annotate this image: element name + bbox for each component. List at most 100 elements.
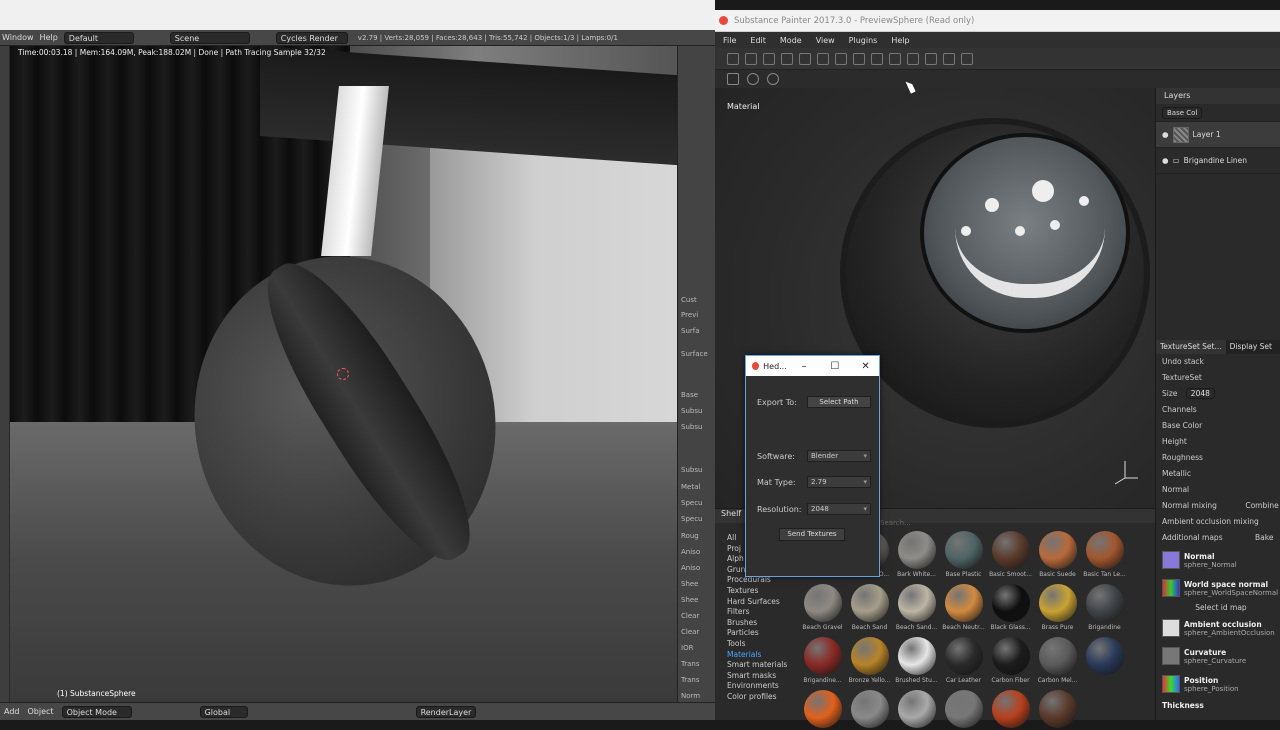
gear-icon[interactable]	[747, 73, 759, 85]
size-selector[interactable]: 2048	[1185, 388, 1215, 399]
paint-brush-icon[interactable]	[745, 52, 757, 65]
bake-button[interactable]: Bake	[1255, 533, 1273, 542]
layer-item[interactable]: ● Layer 1	[1156, 122, 1280, 148]
eraser-icon[interactable]	[763, 52, 775, 65]
mat-type-select[interactable]: 2.79	[807, 476, 871, 488]
shelf-category[interactable]: Particles	[727, 628, 797, 639]
material-item[interactable]: Brushed Stu...	[894, 637, 939, 684]
clone-icon[interactable]	[835, 52, 847, 65]
shelf-category[interactable]: Brushes	[727, 618, 797, 629]
material-item[interactable]: Beach Gravel	[800, 584, 845, 631]
undo-stack-label[interactable]: Undo stack	[1156, 354, 1280, 370]
mode-selector[interactable]: Object Mode	[61, 705, 132, 718]
material-item[interactable]: Base Plastic	[941, 531, 986, 578]
material-item[interactable]: Brigandine...	[800, 637, 845, 684]
menu-mode[interactable]: Mode	[780, 36, 802, 45]
visibility-eye-icon[interactable]: ●	[1162, 130, 1169, 139]
shelf-category[interactable]: Environments	[727, 681, 797, 692]
material-item[interactable]: Beach Sand	[847, 584, 892, 631]
shelf-category[interactable]: Textures	[727, 586, 797, 597]
orientation-selector[interactable]: Global	[199, 705, 248, 718]
material-item[interactable]: Basic Tan Le...	[1082, 531, 1127, 578]
channel-item[interactable]: Base Color	[1156, 418, 1280, 434]
render-icon[interactable]	[907, 52, 919, 65]
ao-mixing-label[interactable]: Ambient occlusion mixing	[1156, 514, 1280, 530]
shelf-category[interactable]: Color profiles	[727, 692, 797, 703]
channel-item[interactable]: Metallic	[1156, 466, 1280, 482]
symmetry-icon[interactable]	[871, 52, 883, 65]
channel-item[interactable]: Normal	[1156, 482, 1280, 498]
menu-view[interactable]: View	[816, 36, 835, 45]
settings-icon[interactable]	[727, 52, 739, 65]
material-item[interactable]: Carbon Fiber	[988, 637, 1033, 684]
blend-mode-selector[interactable]: Base Col	[1162, 106, 1203, 119]
normal-mixing-value[interactable]: Combine	[1245, 501, 1278, 510]
map-slot[interactable]: Normal sphere_Normal	[1156, 546, 1280, 574]
material-item[interactable]: Car Leather	[941, 637, 986, 684]
shelf-search-input[interactable]: Search...	[880, 519, 911, 527]
material-item[interactable]: Basic Smoot...	[988, 531, 1033, 578]
material-item[interactable]: Brigandine	[1082, 584, 1127, 631]
view-icon[interactable]	[961, 52, 973, 65]
material-item[interactable]: Basic Suede	[1035, 531, 1080, 578]
material-item[interactable]	[847, 690, 892, 730]
3d-cursor-icon[interactable]	[337, 368, 349, 380]
layer-item[interactable]: ● ▭ Brigandine Linen	[1156, 148, 1280, 174]
material-item[interactable]: Carbon Mel...	[1035, 637, 1080, 684]
plugin-icon[interactable]	[767, 73, 779, 85]
material-item[interactable]	[1035, 690, 1080, 730]
visibility-eye-icon[interactable]: ●	[1162, 156, 1169, 165]
render-layer-selector[interactable]: RenderLayer	[415, 705, 476, 718]
3d-viewport[interactable]: Time:00:03.18 | Mem:164.09M, Peak:188.02…	[10, 46, 677, 702]
map-slot[interactable]: Curvature sphere_Curvature	[1156, 642, 1280, 670]
material-item[interactable]	[941, 690, 986, 730]
material-item[interactable]	[894, 690, 939, 730]
tab-display-settings[interactable]: Display Set	[1226, 340, 1276, 354]
projection-icon[interactable]	[781, 52, 793, 65]
material-item[interactable]	[800, 690, 845, 730]
menu-window[interactable]: Window	[2, 33, 34, 42]
software-select[interactable]: Blender	[807, 450, 871, 462]
tool-shelf-strip[interactable]	[0, 46, 10, 702]
map-slot[interactable]: Thickness	[1156, 698, 1280, 712]
map-slot[interactable]: Ambient occlusion sphere_AmbientOcclusion	[1156, 614, 1280, 642]
menu-help[interactable]: Help	[891, 36, 909, 45]
menu-add[interactable]: Add	[4, 707, 20, 716]
photoshop-icon[interactable]	[727, 73, 739, 85]
select-id-map-button[interactable]: Select id map	[1156, 602, 1280, 614]
material-item[interactable]: Black Glass...	[988, 584, 1033, 631]
channel-item[interactable]: Roughness	[1156, 450, 1280, 466]
material-item[interactable]: Bark White...	[894, 531, 939, 578]
polygon-fill-icon[interactable]	[799, 52, 811, 65]
close-icon[interactable]: ✕	[852, 361, 879, 372]
camera-icon[interactable]	[889, 52, 901, 65]
channel-item[interactable]: Height	[1156, 434, 1280, 450]
shelf-category-active[interactable]: Materials	[727, 650, 797, 661]
material-item[interactable]: Beach Sand...	[894, 584, 939, 631]
shelf-category[interactable]: Hard Surfaces	[727, 597, 797, 608]
maximize-icon[interactable]: ☐	[822, 361, 849, 372]
render-engine-selector[interactable]: Cycles Render	[275, 31, 348, 44]
shelf-category[interactable]: Smart materials	[727, 660, 797, 671]
layout-selector[interactable]: Default	[63, 31, 134, 44]
material-item[interactable]	[1082, 637, 1127, 684]
send-textures-button[interactable]: Send Textures	[779, 528, 845, 541]
scene-selector[interactable]: Scene	[169, 31, 250, 44]
shelf-category[interactable]: Tools	[727, 639, 797, 650]
smudge-icon[interactable]	[817, 52, 829, 65]
menu-help[interactable]: Help	[40, 33, 58, 42]
picker-icon[interactable]	[853, 52, 865, 65]
minimize-icon[interactable]: –	[791, 361, 818, 372]
screenshot-icon[interactable]	[925, 52, 937, 65]
material-item[interactable]: Bronze Yello...	[847, 637, 892, 684]
properties-panel[interactable]: Cust Previ Surfa Surface Base Subsu Subs…	[677, 46, 715, 702]
menu-plugins[interactable]: Plugins	[849, 36, 878, 45]
menu-edit[interactable]: Edit	[750, 36, 766, 45]
material-item[interactable]: Beach Neutr...	[941, 584, 986, 631]
resolution-select[interactable]: 2048	[807, 503, 871, 515]
select-path-button[interactable]: Select Path	[807, 396, 871, 408]
shelf-category[interactable]: Smart masks	[727, 671, 797, 682]
material-item[interactable]	[988, 690, 1033, 730]
menu-object[interactable]: Object	[28, 707, 54, 716]
display-icon[interactable]	[943, 52, 955, 65]
